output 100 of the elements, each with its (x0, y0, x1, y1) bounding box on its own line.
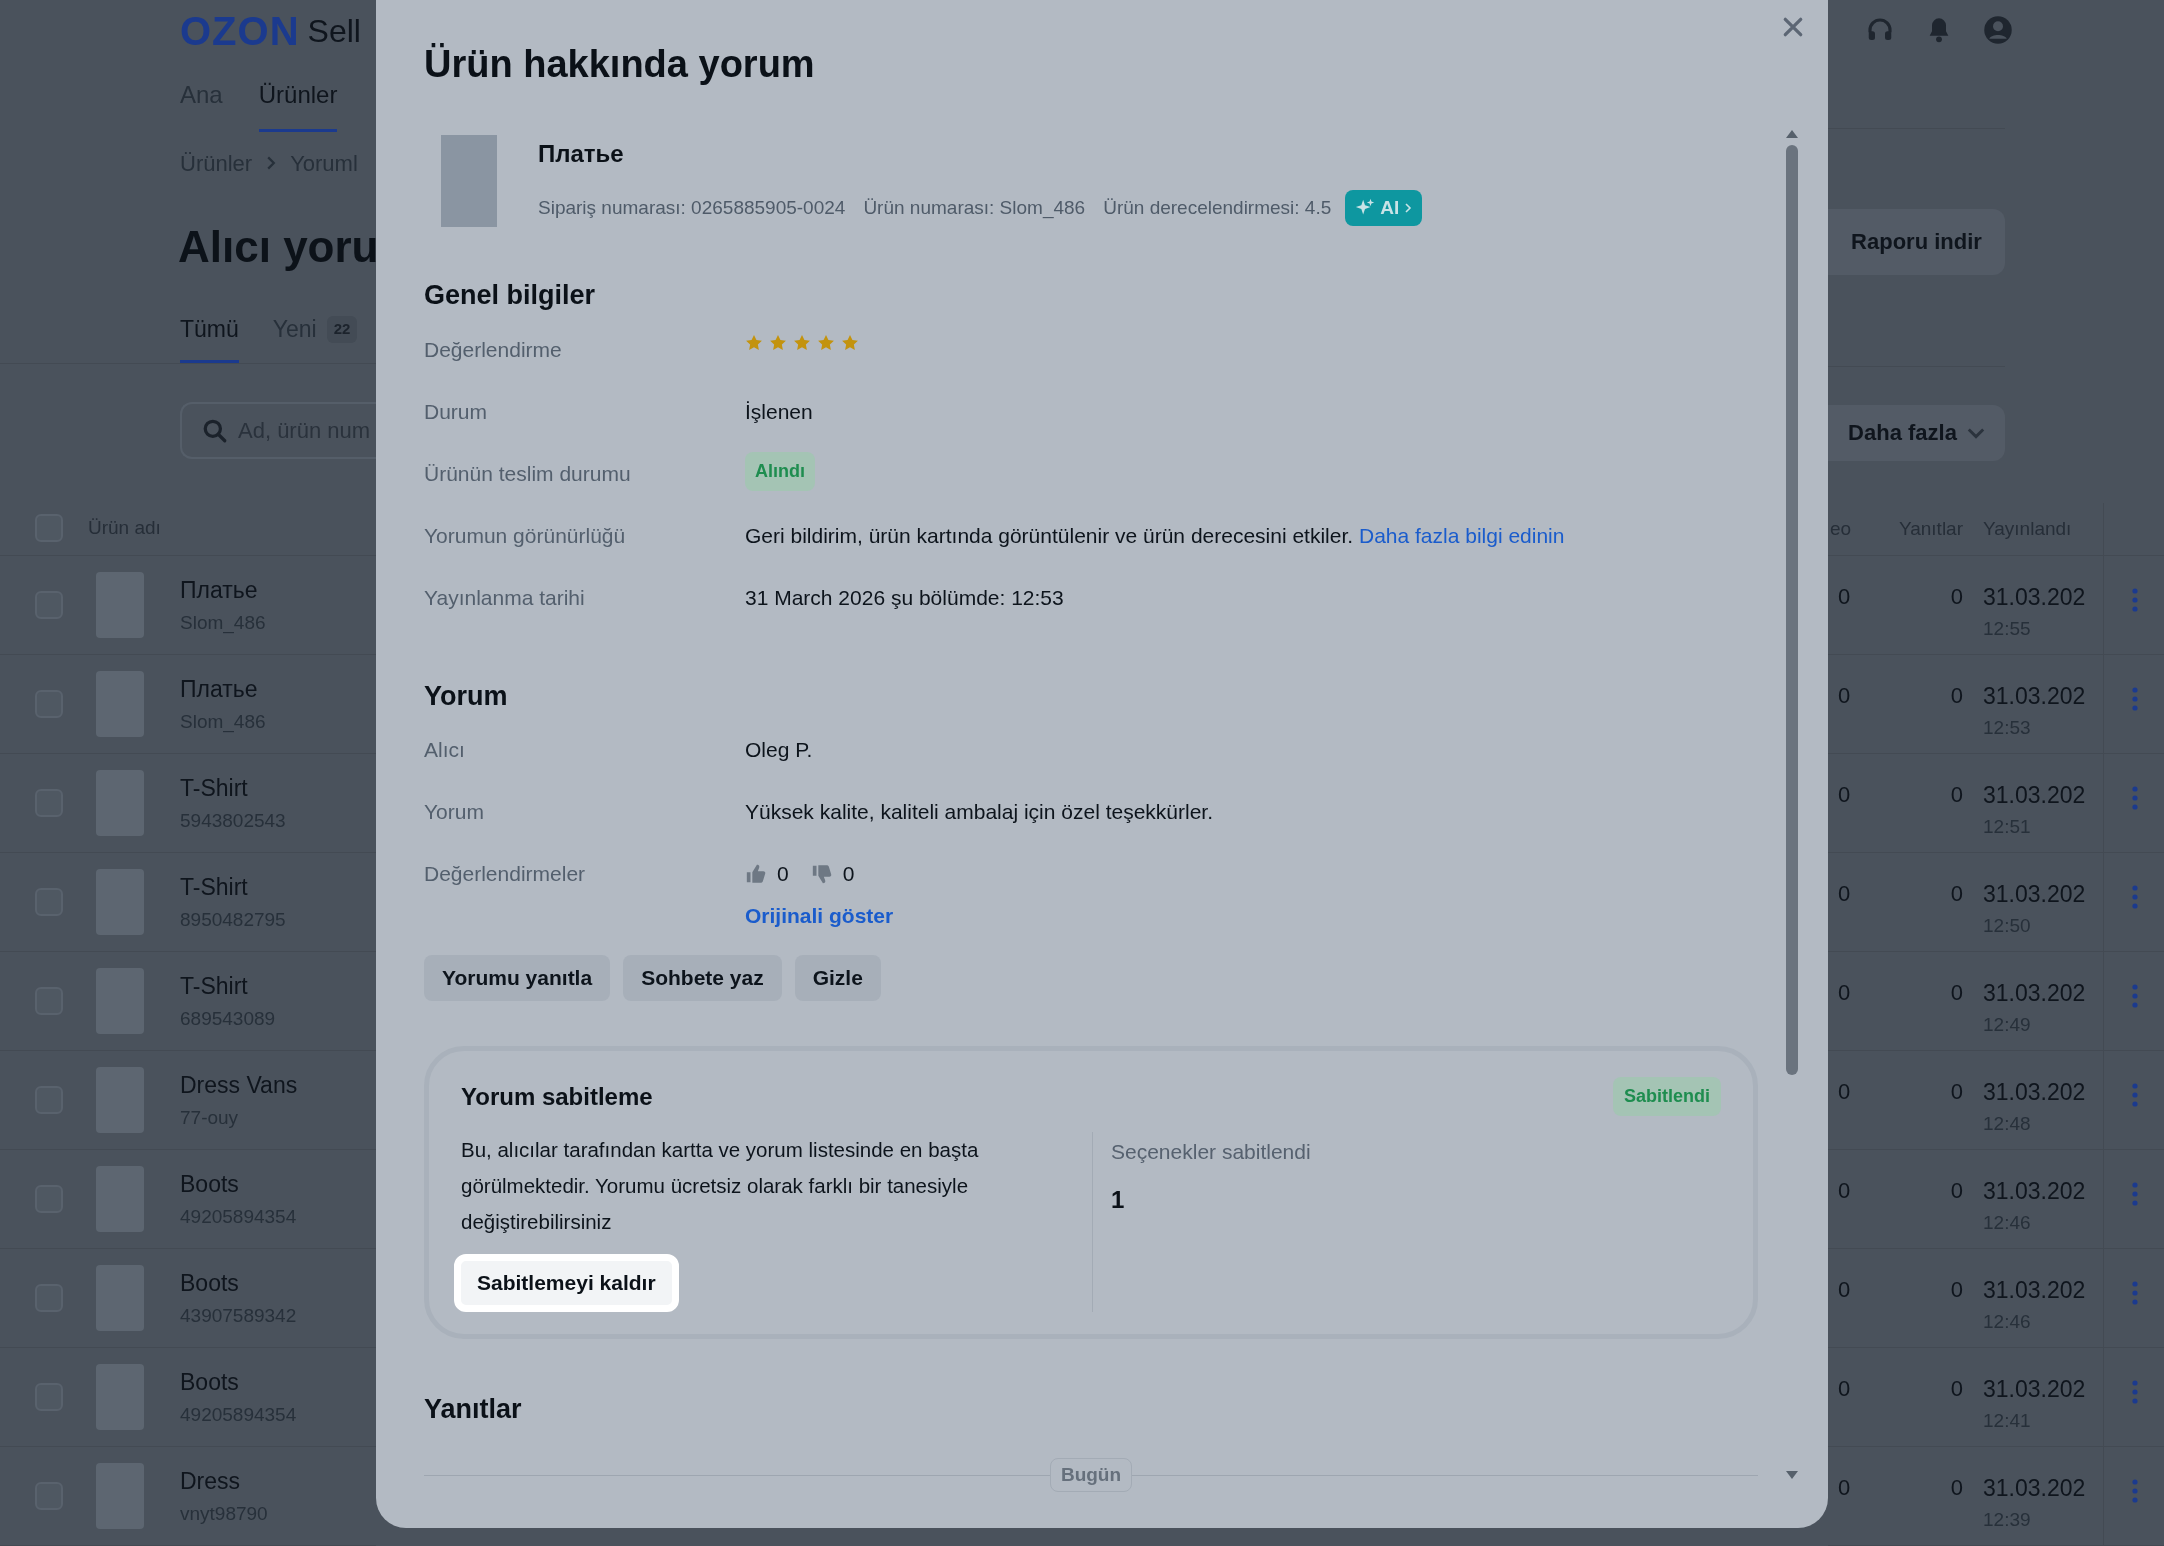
product-meta: Ürün numarası: Slom_486 (863, 195, 1086, 221)
table-cell-text: 0 (1949, 979, 1963, 1007)
date-text: 31.03.202 (1983, 781, 2087, 810)
product-name: Dress (180, 1466, 242, 1496)
kebab-menu-icon[interactable] (2132, 885, 2138, 909)
field-value: İşlenen (745, 398, 813, 425)
download-report-button[interactable]: Raporu indir (1828, 208, 2005, 275)
table-cell-text: 0 (1949, 682, 1963, 710)
product-name: Платье (180, 575, 259, 605)
action-button[interactable]: Gizle (794, 955, 881, 1001)
kebab-menu-icon[interactable] (2132, 786, 2138, 810)
date-chip: Bugün (1049, 1457, 1133, 1492)
table-cell-text: 0 (1837, 880, 1852, 908)
product-name: Платье (180, 674, 259, 704)
star-icon (817, 333, 835, 352)
thumbs-down-icon[interactable] (810, 862, 833, 885)
dislike-count: 0 (842, 861, 855, 887)
kebab-menu-icon[interactable] (2132, 1182, 2138, 1206)
table-cell-text: 0 (1837, 682, 1852, 710)
product-name: Boots (180, 1367, 240, 1397)
product-name: Dress Vans (180, 1070, 298, 1100)
field-value: 31 March 2026 şu bölümde: 12:53 (745, 584, 1064, 611)
date-text: 31.03.202 (1983, 1276, 2087, 1305)
field-label: Değerlendirmeler (424, 861, 587, 887)
card-description: Bu, alıcılar tarafından kartta ve yorum listesinde en başta görülmektedir. Yorumu ücretsiz olarak farklı bir tanesiyle değiştirebilirsiniz (461, 1137, 980, 1235)
table-cell-text: 0 (1949, 880, 1963, 908)
star-icon (745, 333, 763, 352)
kebab-menu-icon[interactable] (2132, 1281, 2138, 1305)
page-title: Alıcı yoru (178, 220, 376, 273)
action-button[interactable]: Yorumu yanıtla (424, 955, 611, 1001)
user-icon[interactable] (1983, 15, 2013, 46)
field-label: Yorum (424, 799, 485, 825)
ai-button[interactable]: AI (1345, 189, 1423, 227)
modal-title: Ürün hakkında yorum (424, 42, 815, 87)
table-cell-text: 0 (1949, 583, 1963, 611)
table-cell-text: 0 (1949, 1276, 1963, 1304)
table-cell-text: 0 (1949, 781, 1963, 809)
visibility-text: Geri bildirim, ürün kartında görüntülenir ve ürün derecesini etkiler. Daha fazla bilgi edinin (745, 522, 1565, 549)
field-label: Yayınlanma tarihi (424, 584, 586, 611)
product-name: Boots (180, 1169, 240, 1199)
kebab-menu-icon[interactable] (2132, 687, 2138, 711)
date-text: 31.03.202 (1983, 1375, 2087, 1404)
field-label: Yorumun görünürlüğü (424, 522, 627, 549)
product-name: Boots (180, 1268, 240, 1298)
more-filters-button[interactable]: Daha fazla (1828, 404, 2005, 461)
star-icon (769, 333, 787, 352)
field-label: Ürünün teslim durumu (424, 460, 632, 487)
date-text: 31.03.202 (1983, 583, 2087, 612)
learn-more-link[interactable]: Daha fazla bilgi edinin (1358, 523, 1565, 547)
show-original-link[interactable]: Orijinali göster (745, 899, 894, 931)
star-icon (841, 333, 859, 352)
table-cell-text: 0 (1949, 1474, 1963, 1502)
like-count: 0 (777, 861, 789, 887)
table-cell-text: 0 (1837, 583, 1852, 611)
field-label: Alıcı (424, 737, 466, 763)
section-heading: Yorum (424, 679, 509, 713)
tab[interactable]: Tümü (180, 298, 239, 363)
kebab-menu-icon[interactable] (2132, 588, 2138, 612)
search-icon (202, 417, 228, 444)
star-icon (793, 333, 811, 352)
kebab-menu-icon[interactable] (2132, 984, 2138, 1008)
table-cell-text: 0 (1837, 1177, 1852, 1205)
status-badge: Alındı (745, 451, 815, 491)
table-cell-text: 0 (1837, 979, 1852, 1007)
product-name: Платье (538, 138, 625, 169)
nav-tab[interactable]: Ürünler (258, 61, 338, 132)
date-text: 31.03.202 (1983, 1078, 2087, 1107)
product-meta: Ürün derecelendirmesi: 4.5 (1103, 195, 1332, 220)
date-text: 31.03.202 (1983, 979, 2087, 1008)
unpin-button[interactable]: Sabitlemeyi kaldır (454, 1254, 679, 1312)
table-cell-text: 0 (1837, 1474, 1852, 1502)
table-cell-text: 0 (1949, 1177, 1963, 1205)
table-cell-text: 0 (1949, 1078, 1963, 1106)
kebab-menu-icon[interactable] (2132, 1380, 2138, 1404)
card-title: Yorum sabitleme (461, 1081, 653, 1112)
field-label: Değerlendirme (424, 336, 563, 363)
stat-label: Seçenekler sabitlendi (1111, 1139, 1311, 1165)
product-name: T-Shirt (180, 773, 249, 803)
field-label: Durum (424, 398, 488, 425)
logo-text: Sell (307, 11, 361, 51)
status-badge: Sabitlendi (1613, 1077, 1721, 1116)
close-icon[interactable] (1782, 16, 1804, 38)
table-cell-text: 0 (1837, 1375, 1852, 1403)
thumbs-up-icon[interactable] (745, 862, 767, 885)
kebab-menu-icon[interactable] (2132, 1479, 2138, 1503)
field-value: Oleg P. (745, 737, 813, 763)
scroll-up-icon[interactable] (1785, 129, 1799, 139)
action-button[interactable]: Sohbete yaz (623, 955, 782, 1001)
section-heading: Genel bilgiler (424, 279, 597, 312)
product-name: T-Shirt (180, 872, 249, 902)
table-cell-text: 0 (1949, 1375, 1963, 1403)
stat-value: 1 (1111, 1184, 1126, 1215)
kebab-menu-icon[interactable] (2132, 1083, 2138, 1107)
date-text: 31.03.202 (1983, 880, 2087, 909)
date-text: 31.03.202 (1983, 1177, 2087, 1206)
scrollbar-thumb[interactable] (1786, 145, 1798, 1075)
scroll-down-icon[interactable] (1785, 1470, 1799, 1480)
date-text: 31.03.202 (1983, 682, 2087, 711)
section-heading: Yanıtlar (424, 1393, 523, 1426)
field-value: Yüksek kalite, kaliteli ambalaj için özel teşekkürler. (745, 799, 1214, 825)
